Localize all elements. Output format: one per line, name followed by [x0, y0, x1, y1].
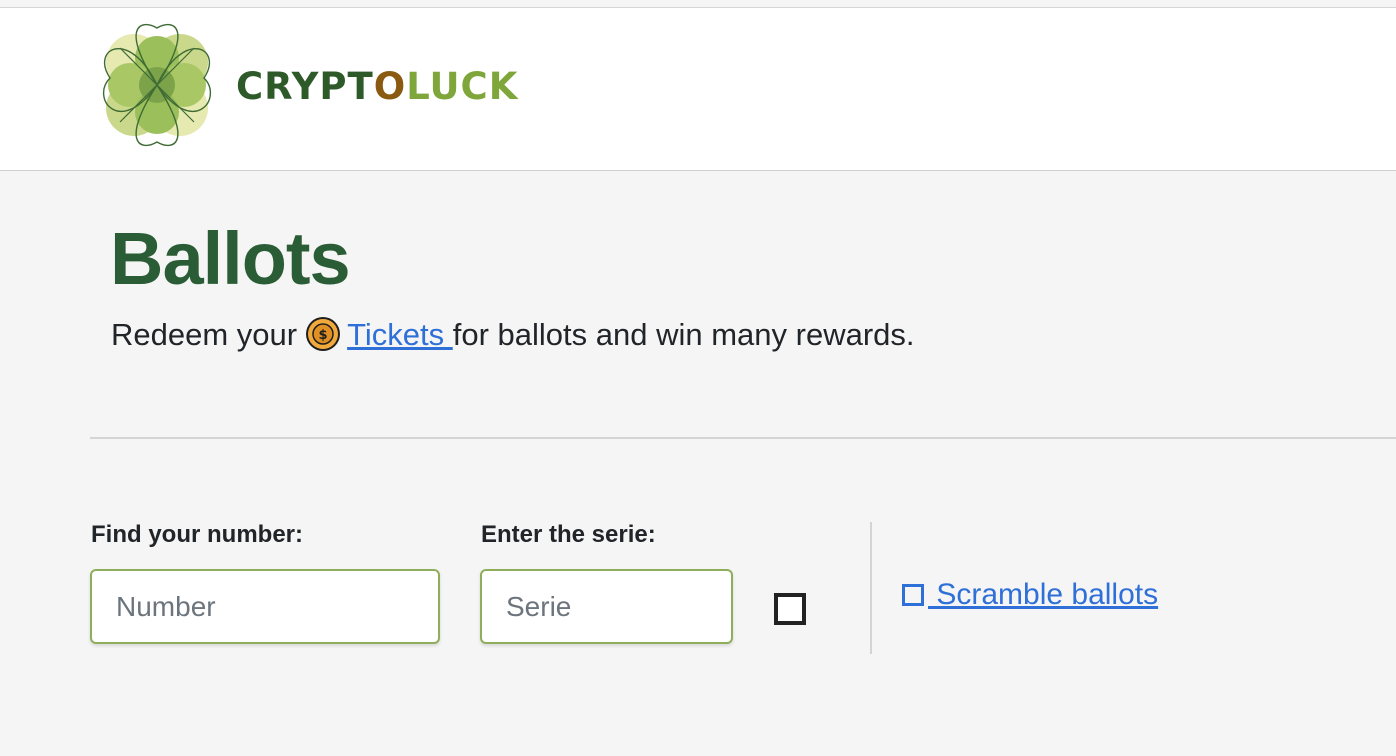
scramble-ballots-link[interactable]: Scramble ballots: [902, 580, 1158, 610]
logo-text-part2: O: [373, 65, 407, 108]
logo-text-part3: LUCK: [406, 65, 519, 108]
vertical-separator: [870, 522, 872, 654]
page-subtitle: Redeem your $ Tickets for ballots and wi…: [111, 316, 915, 352]
coin-icon: $: [306, 317, 341, 351]
site-header: CRYPTOLUCK: [0, 8, 1396, 171]
scramble-ballots-label: Scramble ballots: [928, 578, 1159, 611]
tickets-link[interactable]: Tickets: [347, 319, 453, 350]
logo-text-part1: CRYPT: [236, 65, 374, 108]
serie-input[interactable]: [480, 569, 733, 644]
logo-link[interactable]: CRYPTOLUCK: [90, 18, 560, 152]
square-icon: [902, 584, 924, 606]
filter-checkbox[interactable]: [774, 593, 806, 625]
subtitle-text-after: for ballots and win many rewards.: [452, 316, 915, 352]
four-leaf-clover-icon: [103, 23, 211, 147]
section-divider: [90, 437, 1396, 439]
serie-label: Enter the serie:: [481, 521, 656, 548]
number-label: Find your number:: [91, 521, 303, 548]
svg-text:$: $: [319, 328, 328, 343]
page-title: Ballots: [110, 217, 351, 300]
top-border: [0, 0, 1396, 8]
logo-text: CRYPTOLUCK: [236, 68, 518, 105]
number-input[interactable]: [90, 569, 440, 644]
subtitle-text-before: Redeem your: [111, 316, 298, 352]
